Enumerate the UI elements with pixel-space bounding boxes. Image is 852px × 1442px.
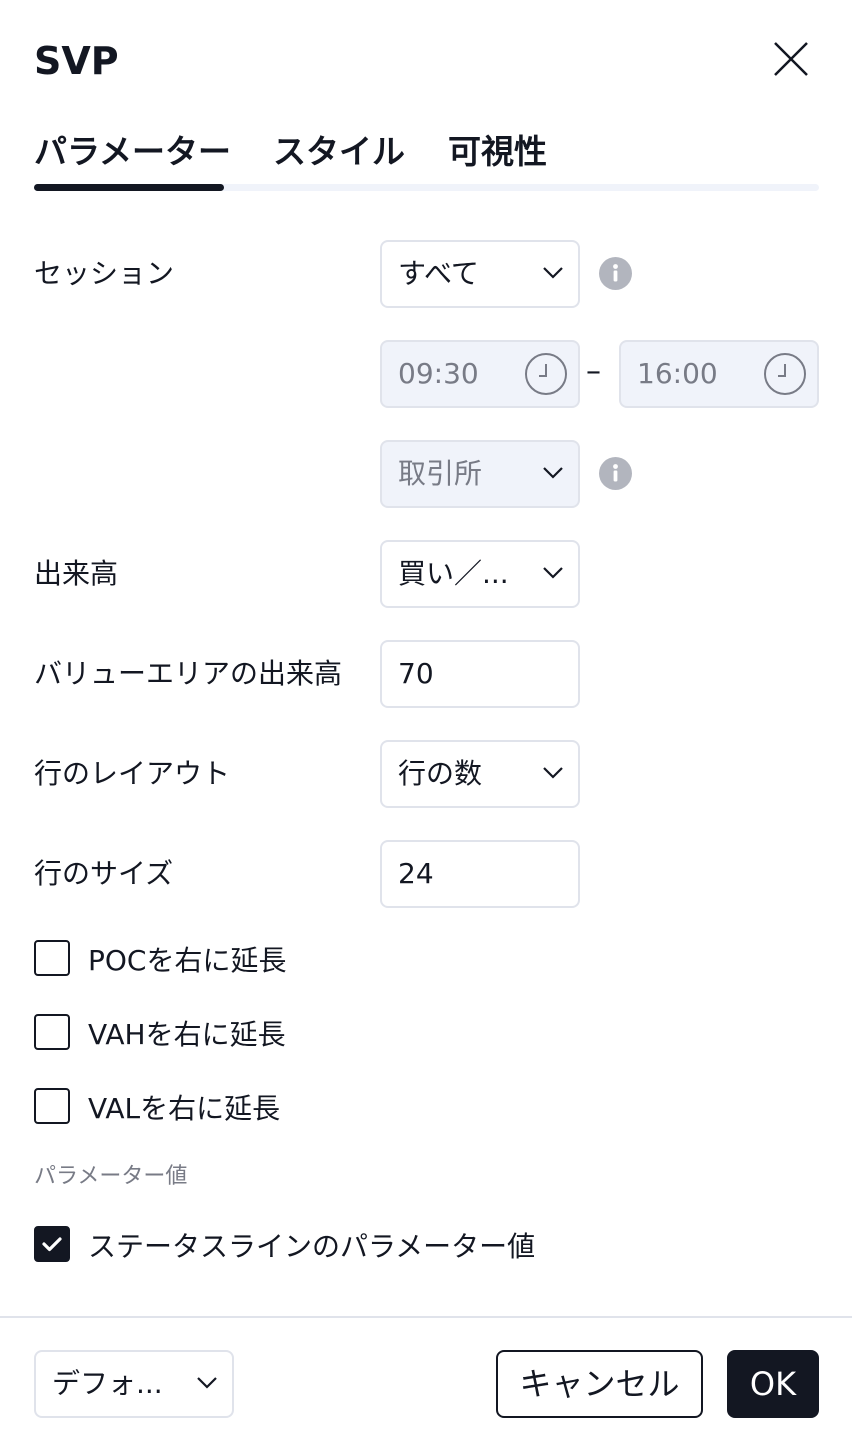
clock-icon <box>764 353 806 395</box>
session-end-time[interactable]: 16:00 <box>619 340 819 408</box>
extend-vah-checkbox[interactable] <box>34 1014 70 1050</box>
tab-visibility[interactable]: 可視性 <box>448 128 547 176</box>
info-icon[interactable] <box>599 257 632 290</box>
dialog-title: SVP <box>34 39 119 83</box>
time-range-separator: – <box>586 354 601 389</box>
chevron-down-icon <box>197 1377 217 1389</box>
defaults-select[interactable]: デフォ... <box>34 1350 234 1418</box>
checkmark-icon <box>42 1237 62 1252</box>
extend-val-label[interactable]: VALを右に延長 <box>88 1089 280 1129</box>
session-label: セッション <box>34 257 175 290</box>
extend-val-checkbox[interactable] <box>34 1088 70 1124</box>
tab-parameters[interactable]: パラメーター <box>34 128 231 176</box>
session-select-value: すべて <box>398 257 479 290</box>
status-line-label[interactable]: ステータスラインのパラメーター値 <box>88 1227 535 1267</box>
extend-vah-label[interactable]: VAHを右に延長 <box>88 1015 286 1055</box>
exchange-select-value: 取引所 <box>398 457 483 490</box>
chevron-down-icon <box>543 267 563 279</box>
extend-poc-label[interactable]: POCを右に延長 <box>88 941 286 981</box>
session-start-time[interactable]: 09:30 <box>380 340 580 408</box>
row-layout-label: 行のレイアウト <box>34 757 231 790</box>
chevron-down-icon <box>543 767 563 779</box>
session-select[interactable]: すべて <box>380 240 580 308</box>
session-end-value: 16:00 <box>637 357 718 390</box>
chevron-down-icon <box>543 567 563 579</box>
ok-button[interactable]: OK <box>727 1350 819 1418</box>
extend-poc-checkbox[interactable] <box>34 940 70 976</box>
volume-select[interactable]: 買い／... <box>380 540 580 608</box>
row-size-value: 24 <box>398 857 434 890</box>
tab-style[interactable]: スタイル <box>273 128 405 176</box>
info-icon[interactable] <box>599 457 632 490</box>
param-values-section-header: パラメーター値 <box>34 1164 188 1189</box>
footer-divider <box>0 1316 852 1318</box>
row-size-input[interactable]: 24 <box>380 840 580 908</box>
cancel-button[interactable]: キャンセル <box>496 1350 703 1418</box>
chevron-down-icon <box>543 467 563 479</box>
value-area-volume-value: 70 <box>398 657 434 690</box>
clock-icon <box>525 353 567 395</box>
session-start-value: 09:30 <box>398 357 479 390</box>
row-layout-select-value: 行の数 <box>398 757 483 790</box>
close-icon[interactable] <box>772 40 810 78</box>
volume-select-value: 買い／... <box>398 557 509 590</box>
row-layout-select[interactable]: 行の数 <box>380 740 580 808</box>
value-area-volume-label: バリューエリアの出来高 <box>34 657 343 690</box>
volume-label: 出来高 <box>34 557 119 590</box>
row-size-label: 行のサイズ <box>34 857 174 890</box>
defaults-select-value: デフォ... <box>52 1367 163 1400</box>
value-area-volume-input[interactable]: 70 <box>380 640 580 708</box>
exchange-select[interactable]: 取引所 <box>380 440 580 508</box>
active-tab-indicator <box>34 184 224 191</box>
status-line-checkbox[interactable] <box>34 1226 70 1262</box>
